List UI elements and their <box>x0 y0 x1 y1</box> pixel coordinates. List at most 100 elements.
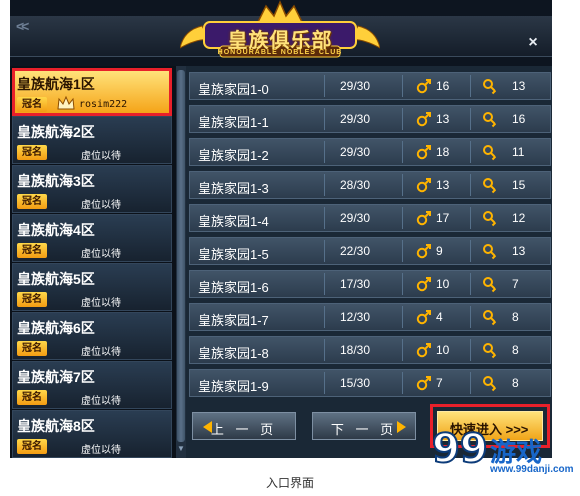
room-row[interactable]: 皇族家园1-2 29/30 18 11 <box>189 138 551 166</box>
column-divider <box>402 372 403 394</box>
server-item-8[interactable]: 皇族航海8区 冠名 虚位以待 <box>12 410 172 458</box>
room-row[interactable]: 皇族家园1-7 12/30 4 8 <box>189 303 551 331</box>
room-occupancy: 29/30 <box>340 112 371 126</box>
room-occupancy: 17/30 <box>340 277 371 291</box>
server-name: 皇族航海7区 <box>17 369 95 385</box>
room-name: 皇族家园1-4 <box>198 214 269 229</box>
game-window: << 皇族俱乐部 HONOURABLE NOBLES CLUB × 皇族航海1区… <box>10 0 552 458</box>
male-icon <box>416 244 431 259</box>
sponsor-status: 虚位以待 <box>81 347 121 358</box>
server-name: 皇族航海6区 <box>17 320 95 336</box>
room-name: 皇族家园1-0 <box>198 82 269 97</box>
male-icon <box>416 178 431 193</box>
column-divider <box>470 174 471 196</box>
male-icon <box>416 79 431 94</box>
server-name: 皇族航海3区 <box>17 173 95 189</box>
column-divider <box>324 141 325 163</box>
male-icon <box>416 277 431 292</box>
column-divider <box>402 174 403 196</box>
crown-icon <box>57 95 75 110</box>
male-count: 7 <box>436 376 443 390</box>
female-icon <box>483 310 496 326</box>
room-name: 皇族家园1-7 <box>198 313 269 328</box>
close-button[interactable]: × <box>524 34 542 52</box>
column-divider <box>470 207 471 229</box>
room-row[interactable]: 皇族家园1-8 18/30 10 8 <box>189 336 551 364</box>
column-divider <box>470 141 471 163</box>
column-divider <box>324 240 325 262</box>
male-count: 4 <box>436 310 443 324</box>
server-name: 皇族航海4区 <box>17 222 95 238</box>
sponsor-badge: 冠名 <box>17 194 47 209</box>
room-row[interactable]: 皇族家园1-0 29/30 16 13 <box>189 72 551 100</box>
next-page-button[interactable]: 下 一 页 <box>312 412 416 440</box>
column-divider <box>324 75 325 97</box>
male-icon <box>416 112 431 127</box>
room-row[interactable]: 皇族家园1-5 22/30 9 13 <box>189 237 551 265</box>
server-item-7[interactable]: 皇族航海7区 冠名 虚位以待 <box>12 361 172 409</box>
female-icon <box>483 277 496 293</box>
server-list: 皇族航海1区 冠名 rosim222 皇族航海2区 冠名 虚位以待 皇族航海3区… <box>10 66 176 458</box>
double-chevron-left-icon[interactable]: << <box>16 18 29 34</box>
scroll-down-arrow-icon[interactable]: ▼ <box>176 444 186 454</box>
room-row[interactable]: 皇族家园1-3 28/30 13 15 <box>189 171 551 199</box>
female-count: 13 <box>512 244 526 258</box>
sponsor-badge: 冠名 <box>17 243 47 258</box>
room-name: 皇族家园1-6 <box>198 280 269 295</box>
male-count: 9 <box>436 244 443 258</box>
column-divider <box>324 273 325 295</box>
server-item-6[interactable]: 皇族航海6区 冠名 虚位以待 <box>12 312 172 360</box>
server-item-1[interactable]: 皇族航海1区 冠名 rosim222 <box>12 68 172 116</box>
female-icon <box>483 178 496 194</box>
room-name: 皇族家园1-1 <box>198 115 269 130</box>
male-count: 13 <box>436 112 450 126</box>
column-divider <box>402 75 403 97</box>
column-divider <box>402 207 403 229</box>
room-occupancy: 29/30 <box>340 145 371 159</box>
male-count: 16 <box>436 79 450 93</box>
column-divider <box>470 339 471 361</box>
room-occupancy: 29/30 <box>340 211 371 225</box>
server-item-5[interactable]: 皇族航海5区 冠名 虚位以待 <box>12 263 172 311</box>
room-occupancy: 28/30 <box>340 178 371 192</box>
room-row[interactable]: 皇族家园1-1 29/30 13 16 <box>189 105 551 133</box>
room-row[interactable]: 皇族家园1-9 15/30 7 8 <box>189 369 551 397</box>
server-name: 皇族航海5区 <box>17 271 95 287</box>
sponsor-status: 虚位以待 <box>81 298 121 309</box>
sponsor-owner: rosim222 <box>79 99 128 110</box>
male-count: 10 <box>436 343 450 357</box>
female-icon <box>483 244 496 260</box>
sponsor-badge: 冠名 <box>17 97 47 112</box>
column-divider <box>402 108 403 130</box>
female-count: 8 <box>512 343 519 357</box>
male-icon <box>416 211 431 226</box>
female-icon <box>483 145 496 161</box>
column-divider <box>470 306 471 328</box>
column-divider <box>470 75 471 97</box>
sponsor-badge: 冠名 <box>17 439 47 454</box>
room-row[interactable]: 皇族家园1-6 17/30 10 7 <box>189 270 551 298</box>
male-icon <box>416 310 431 325</box>
column-divider <box>470 273 471 295</box>
room-occupancy: 29/30 <box>340 79 371 93</box>
room-name: 皇族家园1-9 <box>198 379 269 394</box>
sponsor-status: 虚位以待 <box>81 249 121 260</box>
sponsor-status: 虚位以待 <box>81 445 121 456</box>
room-row[interactable]: 皇族家园1-4 29/30 17 12 <box>189 204 551 232</box>
column-divider <box>324 372 325 394</box>
server-item-2[interactable]: 皇族航海2区 冠名 虚位以待 <box>12 116 172 164</box>
column-divider <box>402 141 403 163</box>
column-divider <box>470 372 471 394</box>
column-divider <box>402 306 403 328</box>
prev-page-button[interactable]: 上 一 页 <box>192 412 296 440</box>
room-name: 皇族家园1-3 <box>198 181 269 196</box>
server-item-3[interactable]: 皇族航海3区 冠名 虚位以待 <box>12 165 172 213</box>
male-count: 13 <box>436 178 450 192</box>
female-count: 11 <box>512 145 525 159</box>
scrollbar-thumb[interactable] <box>177 70 185 442</box>
column-divider <box>470 240 471 262</box>
server-item-4[interactable]: 皇族航海4区 冠名 虚位以待 <box>12 214 172 262</box>
male-icon <box>416 343 431 358</box>
server-name: 皇族航海2区 <box>17 124 95 140</box>
sponsor-status: 虚位以待 <box>81 200 121 211</box>
